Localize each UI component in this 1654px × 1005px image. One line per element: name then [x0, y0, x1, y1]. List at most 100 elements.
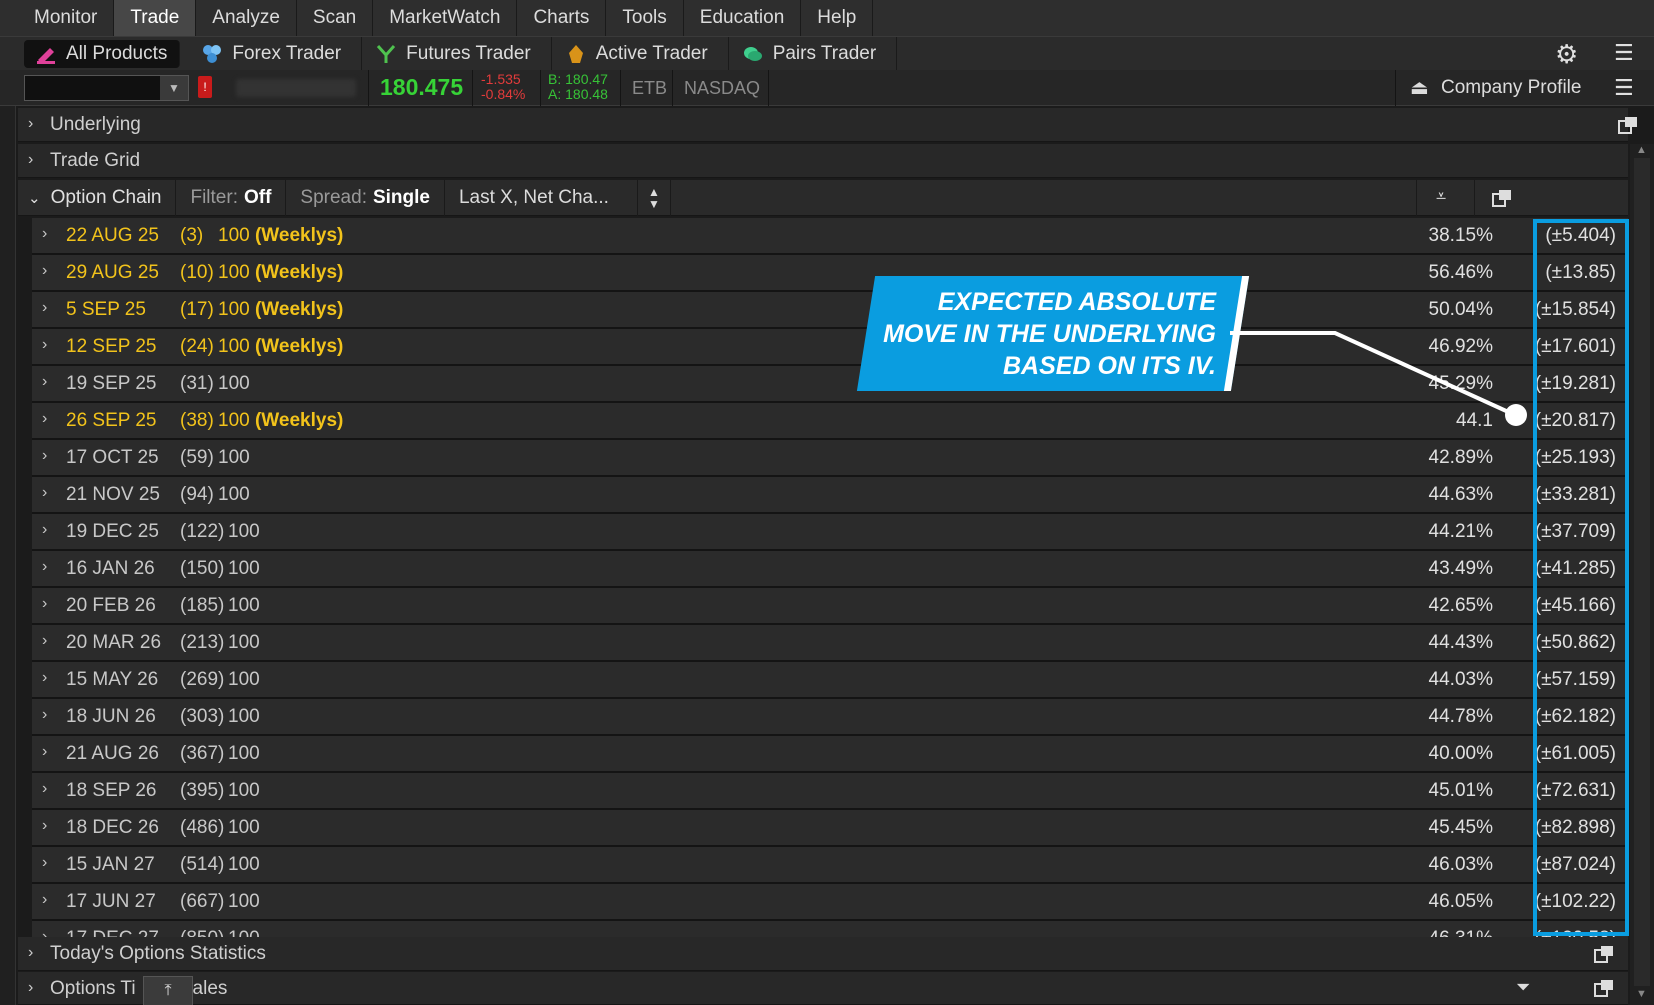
chevron-right-icon[interactable]: ›	[42, 780, 47, 798]
filter-funnel-icon[interactable]: ⏷	[1516, 977, 1530, 998]
chevron-right-icon[interactable]: ›	[42, 817, 47, 835]
expiration-row[interactable]: › 17 OCT 25 (59) 100 42.89% (±25.193)	[32, 440, 1628, 477]
scroll-thumb[interactable]	[1634, 158, 1650, 986]
chevron-right-icon[interactable]: ›	[42, 595, 47, 613]
implied-volatility: 45.01%	[1428, 780, 1493, 801]
popout-icon[interactable]	[1594, 945, 1614, 963]
menu-charts[interactable]: Charts	[517, 0, 607, 36]
expiration-row[interactable]: › 21 AUG 26 (367) 100 40.00% (±61.005)	[32, 736, 1628, 773]
product-bar: All Products Forex Trader Futures Trader…	[0, 36, 1654, 71]
expiration-row[interactable]: › 17 JUN 27 (667) 100 46.05% (±102.22)	[32, 884, 1628, 921]
implied-volatility: 44.43%	[1428, 632, 1493, 653]
expiration-row[interactable]: › 20 FEB 26 (185) 100 42.65% (±45.166)	[32, 588, 1628, 625]
section-options-time-sales[interactable]: › Options Ti ales ⏷	[18, 972, 1628, 1005]
days-to-expiration: (303)	[180, 706, 225, 727]
layout-menu-icon[interactable]: ☰	[1614, 40, 1634, 66]
section-time-sales-label: Options Ti ales	[50, 978, 227, 1000]
menu-monitor[interactable]: Monitor	[18, 0, 115, 36]
collapse-all-icon[interactable]: ⩡	[1436, 186, 1446, 207]
tab-forex-trader-label: Forex Trader	[232, 42, 342, 64]
stepper-down-icon[interactable]: ▼	[648, 198, 660, 210]
company-profile-button[interactable]: Company Profile	[1441, 77, 1581, 99]
scroll-down-icon[interactable]: ▼	[1636, 988, 1647, 1000]
chevron-right-icon[interactable]: ›	[42, 521, 47, 539]
section-todays-options-statistics[interactable]: › Today's Options Statistics	[18, 937, 1628, 971]
expiration-row[interactable]: › 20 MAR 26 (213) 100 44.43% (±50.862)	[32, 625, 1628, 662]
chevron-right-icon[interactable]: ›	[42, 632, 47, 650]
symbol-dropdown-chevron-down-icon[interactable]: ▼	[160, 76, 188, 100]
chevron-right-icon[interactable]: ›	[42, 262, 47, 280]
left-collapse-bar[interactable]	[0, 106, 16, 1005]
menu-education[interactable]: Education	[684, 0, 802, 36]
expiration-row[interactable]: › 21 NOV 25 (94) 100 44.63% (±33.281)	[32, 477, 1628, 514]
chevron-right-icon[interactable]: ›	[42, 336, 47, 354]
quote-menu-icon[interactable]: ☰	[1614, 75, 1634, 101]
multiplier: 100	[228, 854, 260, 876]
chevron-right-icon[interactable]: ›	[42, 447, 47, 465]
expiration-row[interactable]: › 15 MAY 26 (269) 100 44.03% (±57.159)	[32, 662, 1628, 699]
section-todays-stats-label: Today's Options Statistics	[50, 943, 266, 964]
menu-help[interactable]: Help	[801, 0, 874, 36]
expiration-row[interactable]: › 18 SEP 26 (395) 100 45.01% (±72.631)	[32, 773, 1628, 810]
expiration-row[interactable]: › 18 JUN 26 (303) 100 44.78% (±62.182)	[32, 699, 1628, 736]
spread-value: Single	[372, 186, 430, 208]
section-underlying[interactable]: › Underlying	[18, 108, 1637, 142]
popout-icon[interactable]	[1594, 979, 1614, 997]
tab-forex-trader[interactable]: Forex Trader	[188, 36, 363, 71]
tab-all-products[interactable]: All Products	[24, 39, 181, 68]
chevron-right-icon[interactable]: ›	[28, 115, 33, 133]
expand-panel-icon[interactable]: ⤒	[143, 976, 193, 1005]
chevron-right-icon[interactable]: ›	[42, 225, 47, 243]
expiration-date: 21 AUG 26	[66, 743, 159, 764]
chevron-right-icon[interactable]: ›	[42, 669, 47, 687]
alert-flag-icon[interactable]: !	[198, 76, 212, 98]
section-trade-grid[interactable]: › Trade Grid	[18, 144, 1628, 178]
menu-marketwatch[interactable]: MarketWatch	[373, 0, 518, 36]
chevron-right-icon[interactable]: ›	[42, 854, 47, 872]
popout-icon[interactable]	[1492, 189, 1512, 207]
chevron-right-icon[interactable]: ›	[28, 944, 33, 962]
tab-futures-trader[interactable]: Futures Trader	[362, 36, 552, 71]
popout-icon[interactable]	[1618, 116, 1638, 134]
stepper-up-icon[interactable]: ▲	[648, 186, 660, 198]
menu-tools[interactable]: Tools	[606, 0, 684, 36]
chevron-right-icon[interactable]: ›	[42, 558, 47, 576]
layout-dropdown[interactable]: Last X, Net Cha...	[445, 179, 638, 216]
filter-dropdown[interactable]: Filter: Off	[176, 179, 287, 216]
tab-active-trader[interactable]: Active Trader	[552, 36, 729, 71]
expiration-date: 17 JUN 27	[66, 891, 156, 912]
vertical-scrollbar[interactable]: ▲ ▼	[1630, 144, 1654, 1005]
tab-pairs-trader[interactable]: Pairs Trader	[729, 36, 898, 71]
chevron-right-icon[interactable]: ›	[42, 373, 47, 391]
menu-scan[interactable]: Scan	[297, 0, 374, 36]
strikes-stepper[interactable]: ▲ ▼	[638, 179, 671, 216]
company-profile-eject-icon[interactable]: ⏏	[1410, 75, 1429, 100]
days-to-expiration: (213)	[180, 632, 225, 653]
expiration-row[interactable]: › 16 JAN 26 (150) 100 43.49% (±41.285)	[32, 551, 1628, 588]
option-chain-label: Option Chain	[50, 186, 162, 208]
chevron-right-icon[interactable]: ›	[42, 484, 47, 502]
scroll-up-icon[interactable]: ▲	[1636, 144, 1647, 156]
chevron-right-icon[interactable]: ›	[42, 706, 47, 724]
implied-volatility: 45.45%	[1428, 817, 1493, 838]
expiration-row[interactable]: › 19 DEC 25 (122) 100 44.21% (±37.709)	[32, 514, 1628, 551]
symbol-input[interactable]: ▼	[24, 75, 189, 101]
settings-gear-icon[interactable]: ⚙	[1555, 39, 1578, 70]
expiration-row[interactable]: › 29 AUG 25 (10) 100 (Weeklys) 56.46% (±13.85…	[32, 255, 1628, 292]
expiration-row[interactable]: › 22 AUG 25 (3) 100 (Weeklys) 38.15% (±5.404)	[32, 218, 1628, 255]
menu-trade[interactable]: Trade	[114, 0, 197, 36]
chevron-right-icon[interactable]: ›	[28, 979, 33, 997]
spread-dropdown[interactable]: Spread: Single	[286, 179, 445, 216]
chevron-right-icon[interactable]: ›	[42, 299, 47, 317]
chevron-right-icon[interactable]: ›	[42, 410, 47, 428]
expiration-row[interactable]: › 15 JAN 27 (514) 100 46.03% (±87.024)	[32, 847, 1628, 884]
option-chain-toggle[interactable]: ⌄ Option Chain	[18, 179, 177, 216]
expiration-row[interactable]: › 18 DEC 26 (486) 100 45.45% (±82.898)	[32, 810, 1628, 847]
expiration-date: 17 OCT 25	[66, 447, 159, 468]
chevron-right-icon[interactable]: ›	[28, 151, 33, 169]
chevron-right-icon[interactable]: ›	[42, 891, 47, 909]
expiration-row[interactable]: › 5 SEP 25 (17) 100 (Weeklys) 50.04% (±15.854…	[32, 292, 1628, 329]
menu-analyze[interactable]: Analyze	[196, 0, 297, 36]
chevron-right-icon[interactable]: ›	[42, 743, 47, 761]
multiplier-value: 100	[228, 891, 260, 912]
